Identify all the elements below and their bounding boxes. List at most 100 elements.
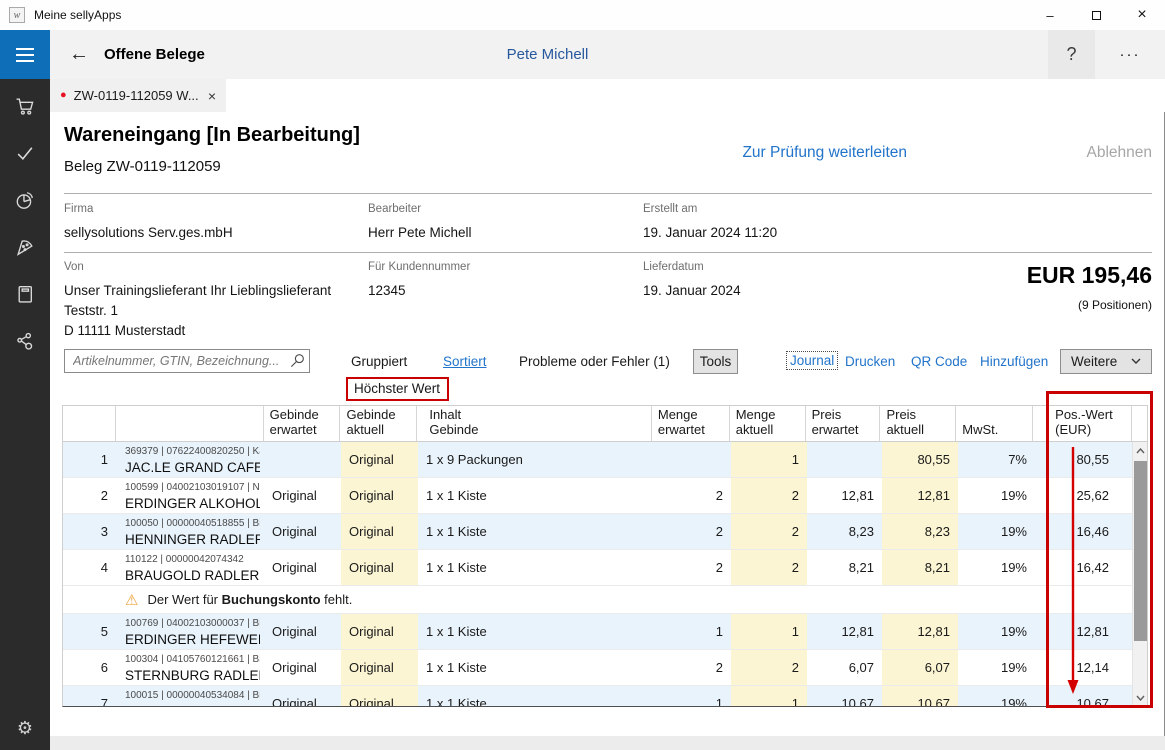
filter-gruppiert[interactable]: Gruppiert [351, 354, 407, 369]
field-firma: Firma sellysolutions Serv.ges.mbH [64, 203, 233, 243]
artikel-name: ERDINGER HEFEWEI DKL... [125, 631, 260, 648]
chevron-down-icon [1131, 358, 1141, 365]
cell-preis-aktuell: 8,21 [882, 550, 958, 585]
col-header-gebinde-erwartet[interactable]: Gebinde erwartet [264, 406, 341, 441]
book-icon[interactable] [14, 284, 36, 304]
cell-gebinde-erwartet: Original [264, 478, 341, 513]
maximize-button[interactable] [1073, 0, 1119, 30]
scrollbar-thumb[interactable] [1134, 461, 1147, 641]
cell-artikel: 369379 | 07622400820250 | Kaff... JAC.LE… [116, 442, 264, 477]
qr-code-link[interactable]: QR Code [911, 354, 967, 369]
cell-pos-wert: 12,14 [1035, 650, 1134, 685]
col-header-pos-wert[interactable]: Pos.-Wert (EUR) [1033, 406, 1132, 441]
forward-for-review-link[interactable]: Zur Prüfung weiterleiten [742, 144, 907, 162]
col-header-menge-aktuell[interactable]: Menge aktuell [730, 406, 806, 441]
table-row[interactable]: 3 100050 | 00000040518855 | Bier... HENN… [63, 514, 1147, 550]
field-von: Von Unser Trainingslieferant Ihr Lieblin… [64, 261, 331, 341]
field-label: Bearbeiter [368, 203, 472, 215]
checkmark-icon[interactable] [14, 143, 36, 163]
table-row[interactable]: 4 110122 | 00000042074342 BRAUGOLD RADLE… [63, 550, 1147, 586]
cell-row-number: 6 [63, 650, 116, 685]
filter-sortiert[interactable]: Sortiert [443, 354, 487, 369]
cell-artikel: 100599 | 04002103019107 | Nich... ERDING… [116, 478, 264, 513]
journal-link[interactable]: Journal [786, 351, 838, 370]
artikel-name: STERNBURG RADLER 20X... [125, 667, 260, 684]
scroll-down-icon[interactable] [1133, 689, 1148, 706]
search-icon[interactable] [289, 353, 305, 369]
col-header-preis-erwartet[interactable]: Preis erwartet [806, 406, 881, 441]
cell-preis-erwartet: 10,67 [807, 686, 882, 707]
title-bar: w Meine sellyApps – × [0, 0, 1165, 30]
col-header-mwst[interactable]: MwSt. [956, 406, 1033, 441]
warning-row: ⚠ Der Wert für Buchungskonto fehlt. [63, 586, 1147, 614]
field-bearbeiter: Bearbeiter Herr Pete Michell [368, 203, 472, 243]
col-header-preis-aktuell[interactable]: Preis aktuell [880, 406, 956, 441]
cell-mwst: 19% [958, 478, 1035, 513]
tab-bar: ● ZW-0119-112059 W... × [50, 79, 1165, 112]
col-header-gebinde-aktuell[interactable]: Gebinde aktuell [340, 406, 417, 441]
window-title: Meine sellyApps [34, 8, 121, 22]
table-row[interactable]: 5 100769 | 04002103000037 | Bier... ERDI… [63, 614, 1147, 650]
pie-chart-icon[interactable] [14, 190, 36, 210]
minimize-button[interactable]: – [1027, 0, 1073, 30]
scroll-up-icon[interactable] [1133, 442, 1148, 459]
cell-menge-erwartet: 1 [653, 686, 731, 707]
more-options-button[interactable]: ··· [1109, 30, 1151, 79]
cart-icon[interactable] [14, 96, 36, 116]
field-label: Erstellt am [643, 203, 777, 215]
cell-gebinde-aktuell: Original [341, 514, 418, 549]
vertical-scrollbar[interactable] [1132, 442, 1147, 706]
search-input[interactable] [64, 349, 310, 373]
table-row[interactable]: 7 100015 | 00000040534084 | Bier... Orig… [63, 686, 1147, 707]
cell-menge-aktuell: 2 [731, 550, 807, 585]
artikel-name: HENNINGER RADLER 20X... [125, 531, 260, 548]
field-value: sellysolutions Serv.ges.mbH [64, 223, 233, 243]
warning-text: Der Wert für Buchungskonto fehlt. [147, 592, 352, 607]
cell-row-number: 2 [63, 478, 116, 513]
table-row[interactable]: 1 369379 | 07622400820250 | Kaff... JAC.… [63, 442, 1147, 478]
table-row[interactable]: 2 100599 | 04002103019107 | Nich... ERDI… [63, 478, 1147, 514]
col-header-menge-erwartet[interactable]: Menge erwartet [652, 406, 730, 441]
table-header-row: Gebinde erwartet Gebinde aktuell Inhalt … [63, 406, 1147, 442]
hamburger-menu-button[interactable] [0, 30, 50, 79]
field-lieferdatum: Lieferdatum 19. Januar 2024 [643, 261, 741, 301]
reject-link[interactable]: Ablehnen [1086, 144, 1152, 162]
weitere-dropdown-button[interactable]: Weitere [1060, 349, 1152, 374]
cell-row-number: 4 [63, 550, 116, 585]
cell-gebinde-aktuell: Original [341, 686, 418, 707]
drucken-link[interactable]: Drucken [845, 354, 895, 369]
position-count: (9 Positionen) [1027, 298, 1152, 312]
cell-mwst: 7% [958, 442, 1035, 477]
tools-button[interactable]: Tools [693, 349, 738, 374]
cell-preis-aktuell: 8,23 [882, 514, 958, 549]
cell-inhalt-gebinde: 1 x 1 Kiste [418, 686, 653, 707]
field-kundennummer: Für Kundennummer 12345 [368, 261, 470, 301]
back-icon[interactable]: ← [62, 30, 96, 79]
cell-gebinde-erwartet: Original [264, 614, 341, 649]
pizza-slice-icon[interactable] [14, 237, 36, 257]
close-button[interactable]: × [1119, 0, 1165, 30]
col-header-label: Inhalt Gebinde [429, 407, 485, 437]
cell-preis-erwartet: 12,81 [807, 614, 882, 649]
divider [64, 252, 1152, 253]
cell-pos-wert: 10,67 [1035, 686, 1134, 707]
settings-gear-icon[interactable]: ⚙ [0, 714, 50, 742]
cell-row-number: 7 [63, 686, 116, 707]
filter-probleme[interactable]: Probleme oder Fehler (1) [519, 354, 670, 369]
cell-inhalt-gebinde: 1 x 1 Kiste [418, 550, 653, 585]
document-tab[interactable]: ● ZW-0119-112059 W... × [50, 79, 226, 112]
cell-pos-wert: 16,46 [1035, 514, 1134, 549]
sort-option-hoechster-wert[interactable]: Höchster Wert [346, 377, 449, 401]
share-icon[interactable] [14, 331, 36, 351]
table-row[interactable]: 6 100304 | 04105760121661 | Bier... STER… [63, 650, 1147, 686]
search-box [64, 349, 310, 373]
tab-close-icon[interactable]: × [208, 88, 216, 104]
artikel-meta: 369379 | 07622400820250 | Kaff... [125, 445, 260, 458]
col-header-inhalt-gebinde[interactable]: Inhalt Gebinde [417, 406, 652, 441]
hinzufuegen-link[interactable]: Hinzufügen [980, 354, 1048, 369]
cell-menge-aktuell: 2 [731, 650, 807, 685]
help-button[interactable]: ? [1048, 30, 1095, 79]
cell-pos-wert: 80,55 [1035, 442, 1134, 477]
artikel-name: ERDINGER ALKOHOLFR 2... [125, 495, 260, 512]
cell-menge-aktuell: 2 [731, 478, 807, 513]
